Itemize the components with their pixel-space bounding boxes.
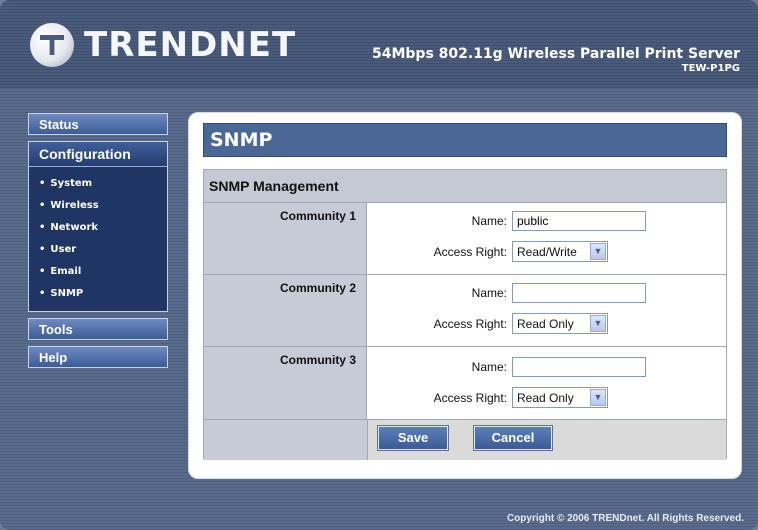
- sidebar-item-user[interactable]: User: [39, 239, 167, 261]
- community-row: Community 1 Name: Access Right: Read/Wri…: [204, 203, 726, 275]
- select-value: Read/Write: [517, 244, 577, 259]
- community-label: Community 1: [204, 203, 367, 274]
- chevron-down-icon[interactable]: ▼: [590, 315, 606, 332]
- access-field-line: Access Right: Read/Write ▼: [367, 241, 608, 262]
- name-field-line: Name:: [367, 357, 646, 377]
- community-2-access-select[interactable]: Read Only ▼: [512, 313, 608, 334]
- button-row-spacer: [204, 420, 368, 460]
- community-fields: Name: Access Right: Read Only ▼: [367, 347, 726, 419]
- community-row: Community 3 Name: Access Right: Read Onl…: [204, 347, 726, 420]
- name-label: Name:: [471, 360, 507, 374]
- section-header: SNMP Management: [204, 170, 726, 203]
- access-right-label: Access Right:: [433, 244, 507, 259]
- button-row-actions: Save Cancel: [368, 420, 726, 460]
- product-line: 54Mbps 802.11g Wireless Parallel Print S…: [371, 46, 740, 62]
- header-bar: TRENDNET 54Mbps 802.11g Wireless Paralle…: [0, 0, 758, 88]
- save-button[interactable]: Save: [378, 426, 448, 450]
- snmp-form: SNMP Management Community 1 Name: Access…: [203, 169, 727, 460]
- access-field-line: Access Right: Read Only ▼: [367, 387, 608, 408]
- chevron-down-icon[interactable]: ▼: [590, 243, 606, 260]
- community-fields: Name: Access Right: Read/Write ▼: [367, 203, 726, 274]
- cancel-button[interactable]: Cancel: [474, 426, 552, 450]
- name-label: Name:: [471, 286, 507, 300]
- chevron-down-icon[interactable]: ▼: [590, 389, 606, 406]
- community-label: Community 3: [204, 347, 367, 419]
- sidebar-item-configuration[interactable]: Configuration: [29, 142, 167, 167]
- product-title: 54Mbps 802.11g Wireless Parallel Print S…: [372, 46, 740, 74]
- access-right-label: Access Right:: [433, 316, 507, 331]
- page-title: SNMP: [203, 123, 727, 157]
- sidebar-item-status[interactable]: Status: [28, 113, 168, 135]
- community-3-access-select[interactable]: Read Only ▼: [512, 387, 608, 408]
- access-right-label: Access Right:: [433, 390, 507, 405]
- sidebar: Status Configuration System Wireless Net…: [28, 113, 170, 374]
- content-panel: SNMP SNMP Management Community 1 Name: A…: [188, 112, 742, 479]
- sidebar-item-wireless[interactable]: Wireless: [39, 195, 167, 217]
- logo-text: TRENDNET: [84, 25, 297, 65]
- model-number: TEW-P1PG: [681, 63, 740, 74]
- sidebar-item-snmp[interactable]: SNMP: [39, 283, 167, 305]
- sidebar-section-configuration: Configuration System Wireless Network Us…: [28, 141, 168, 312]
- name-field-line: Name:: [367, 283, 646, 303]
- community-1-access-select[interactable]: Read/Write ▼: [512, 241, 608, 262]
- sidebar-item-help[interactable]: Help: [28, 346, 168, 368]
- community-label: Community 2: [204, 275, 367, 346]
- community-row: Community 2 Name: Access Right: Read Onl…: [204, 275, 726, 347]
- community-3-name-input[interactable]: [512, 357, 646, 377]
- name-field-line: Name:: [367, 211, 646, 231]
- sidebar-item-system[interactable]: System: [39, 173, 167, 195]
- access-field-line: Access Right: Read Only ▼: [367, 313, 608, 334]
- community-fields: Name: Access Right: Read Only ▼: [367, 275, 726, 346]
- community-2-name-input[interactable]: [512, 283, 646, 303]
- button-row: Save Cancel: [204, 420, 726, 460]
- sidebar-item-network[interactable]: Network: [39, 217, 167, 239]
- sidebar-item-tools[interactable]: Tools: [28, 318, 168, 340]
- sidebar-item-email[interactable]: Email: [39, 261, 167, 283]
- copyright-footer: Copyright © 2006 TRENDnet. All Rights Re…: [506, 513, 744, 524]
- select-value: Read Only: [517, 316, 574, 331]
- community-1-name-input[interactable]: [512, 211, 646, 231]
- logo: TRENDNET: [30, 20, 296, 70]
- select-value: Read Only: [517, 390, 574, 405]
- name-label: Name:: [471, 214, 507, 228]
- trendnet-logo-icon: [30, 23, 74, 67]
- config-submenu: System Wireless Network User Email SNMP: [29, 167, 167, 311]
